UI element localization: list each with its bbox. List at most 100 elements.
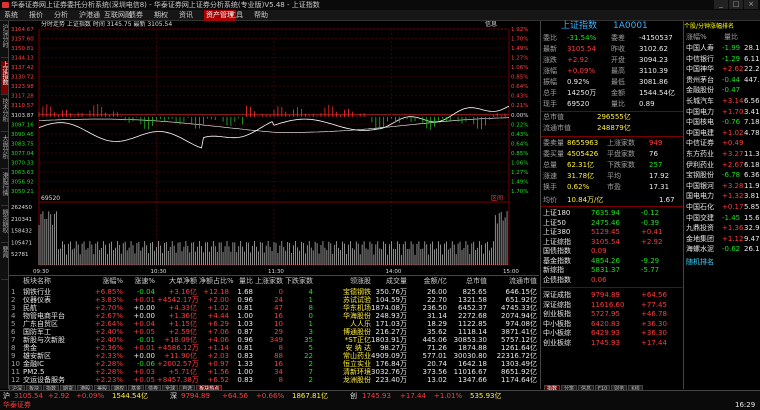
rank-row[interactable]: 中国石化 +0.17 5.85 [684, 202, 760, 213]
left-tab-2[interactable]: 技术分析 [1, 98, 8, 132]
quote-label: 换手 [543, 183, 557, 191]
volume-tick: 105471 [11, 240, 32, 246]
rank-value: 5.85 [744, 203, 760, 211]
rank-row[interactable]: 伊利药业 +2.67 6.18 [684, 160, 760, 171]
sector-col-header[interactable]: 领涨股 [329, 276, 371, 286]
rank-row[interactable]: 海螺水泥 -0.6226.15 [684, 244, 760, 255]
quote-value: +2.92 [567, 56, 589, 64]
menu-item-1[interactable]: 报价 [29, 10, 43, 21]
price-tick: 3144.13 [11, 56, 34, 62]
quote-label: 涨幅 [543, 67, 557, 75]
menu-item-5[interactable]: 债券 [129, 10, 143, 21]
rank-row[interactable]: 中国交建 -1.4515.60 [684, 213, 760, 224]
price-tick: 3123.98 [11, 84, 34, 90]
rank-row[interactable]: 中国核电 -0.76 7.18 [684, 117, 760, 128]
left-tab-0[interactable]: 沪深分时 [1, 24, 8, 58]
volume-tag: 区间 [491, 194, 503, 202]
volume-tick: 158432 [11, 229, 32, 235]
maximize-icon[interactable]: □ [729, 0, 743, 9]
left-tab-1[interactable]: 上证指数 [1, 61, 8, 95]
chart-info-tab[interactable]: 信息 [485, 21, 497, 28]
menu-item-9[interactable]: 工具 [229, 10, 243, 21]
minimize-icon[interactable]: _ [714, 0, 728, 9]
title-bar: 华泰证券网上证券委托分析系统(深圳电信8) - 华泰证券网上证券分析系统(专业版… [0, 0, 760, 10]
quote-label: 上涨家数 [607, 139, 635, 147]
sector-col-header[interactable]: 总市值 [449, 276, 487, 286]
price-tick: 3056.92 [11, 179, 34, 185]
divider [541, 206, 683, 207]
sector-col-header[interactable]: 板块名称 [23, 276, 51, 286]
rank-row[interactable]: 中国电力 +1.70 3.41 [684, 107, 760, 118]
rank-foot: 随机排名 [684, 257, 760, 268]
rank-row[interactable]: 宝钢股份 -6.78 6.36 [684, 170, 760, 181]
market-value: 1745.93 [591, 338, 620, 347]
quote-value: 0.62% [567, 183, 590, 191]
sector-col-header[interactable]: 量比 [231, 276, 253, 286]
quote-header: 上证指数 1A0001 [541, 21, 683, 32]
rank-row[interactable]: 九鼎投资 +1.3632.90 [684, 223, 760, 234]
sector-col-header[interactable]: 金额/亿 [409, 276, 447, 286]
menu-item-2[interactable]: 分析 [54, 10, 68, 21]
intraday-chart[interactable]: 分时走势 上证指数 时间 3145.75 最新 3105.54 信息 3164.67… [9, 21, 539, 275]
menu-item-3[interactable]: 沪港通 [79, 10, 100, 21]
pct-tick: 1.70% [511, 189, 528, 195]
rank-row[interactable]: 金融股份 -0.47 [684, 85, 760, 96]
rank-pct: -1.29 [722, 54, 741, 63]
sector-col-header[interactable]: 净额占比% [199, 276, 234, 286]
rank-row[interactable]: 国电电力 +1.32 3.81 [684, 191, 760, 202]
quote-title: 上证指数 [561, 21, 598, 31]
rank-panel: 个股/分钟涨幅排名 涨幅%量比中国人寿-1.9928.11中信银行 -1.29 6.… [683, 21, 760, 389]
price-tick: 3090.46 [11, 132, 34, 138]
menu-item-6[interactable]: 期权 [154, 10, 168, 21]
rank-head: 涨幅% 量比 [684, 32, 760, 43]
rank-row[interactable]: 中国神华 +2.6222.29 [684, 64, 760, 75]
rank-header: 个股/分钟涨幅排名 [684, 23, 735, 30]
sector-col-header[interactable]: 下跌家数 [285, 276, 313, 286]
rank-name: 中信银行 [686, 54, 714, 63]
rank-name: 宝钢股份 [686, 171, 714, 180]
sector-col-header[interactable]: 上涨家数 [255, 276, 283, 286]
rank-row[interactable]: 中信银行 -1.29 6.11 [684, 54, 760, 65]
quote-value: 4505426 [567, 150, 599, 158]
rank-row[interactable]: 中国人寿 -1.9928.11 [684, 43, 760, 54]
left-tab-4[interactable]: 港股行情 [1, 172, 8, 206]
left-tab-5[interactable]: 期货期权 [1, 209, 8, 243]
quote-label: 振幅 [543, 78, 557, 86]
sector-col-header[interactable]: 涨幅% [89, 276, 123, 286]
rank-name: 中国核电 [686, 118, 714, 127]
rank-row[interactable]: 中国银河 +3.2811.97 [684, 181, 760, 192]
rank-value: 6.56 [744, 97, 760, 105]
menu-item-10[interactable]: 帮助 [254, 10, 268, 21]
sector-col-header[interactable]: 涨速% [127, 276, 155, 286]
close-icon[interactable]: × [744, 0, 758, 9]
quote-label: 现手 [543, 100, 557, 108]
quote-label: 总手 [543, 89, 557, 97]
rank-row[interactable]: 中国电建 +1.02 4.78 [684, 128, 760, 139]
rank-row[interactable]: 贵州茅台 -0.44447.31 [684, 75, 760, 86]
sector-col-header[interactable]: 大单净额 [157, 276, 197, 286]
rank-row[interactable]: 中信证券 +0.49 [684, 138, 760, 149]
rank-name: 金地集团 [686, 234, 714, 243]
quote-value: 0.92% [567, 78, 590, 86]
left-tab-3[interactable]: 大盘分析 [1, 135, 8, 169]
menu-item-0[interactable]: 系统 [4, 10, 18, 21]
rank-name: 海螺水泥 [686, 245, 714, 254]
quote-value: 3081.86 [639, 78, 668, 86]
quote-label: 平盘家数 [607, 150, 635, 158]
rank-row[interactable]: 金地集团 +1.12 9.47 [684, 234, 760, 245]
rank-row[interactable]: 长城汽车 +3.14 6.56 [684, 96, 760, 107]
left-tab-6[interactable]: 要闻 [1, 246, 8, 280]
quote-label: 委卖量 [543, 139, 564, 147]
rank-pct: +1.32 [722, 192, 744, 201]
quote-label: 量比 [611, 100, 625, 108]
quote-label: 总量 [543, 161, 557, 169]
quote-label: 市盈 [607, 183, 621, 191]
sector-col-header[interactable]: 成交量 [369, 276, 407, 286]
quote-value: -4150537 [639, 34, 673, 42]
menu-item-4[interactable]: 互联网融 [104, 10, 132, 21]
quote-label: 平均 [607, 172, 621, 180]
rank-row[interactable]: 东方药业 +3.2711.38 [684, 149, 760, 160]
sector-col-header[interactable]: 流通市值 [487, 276, 537, 286]
menu-item-7[interactable]: 资讯 [179, 10, 193, 21]
quote-label: 委比 [543, 34, 557, 42]
